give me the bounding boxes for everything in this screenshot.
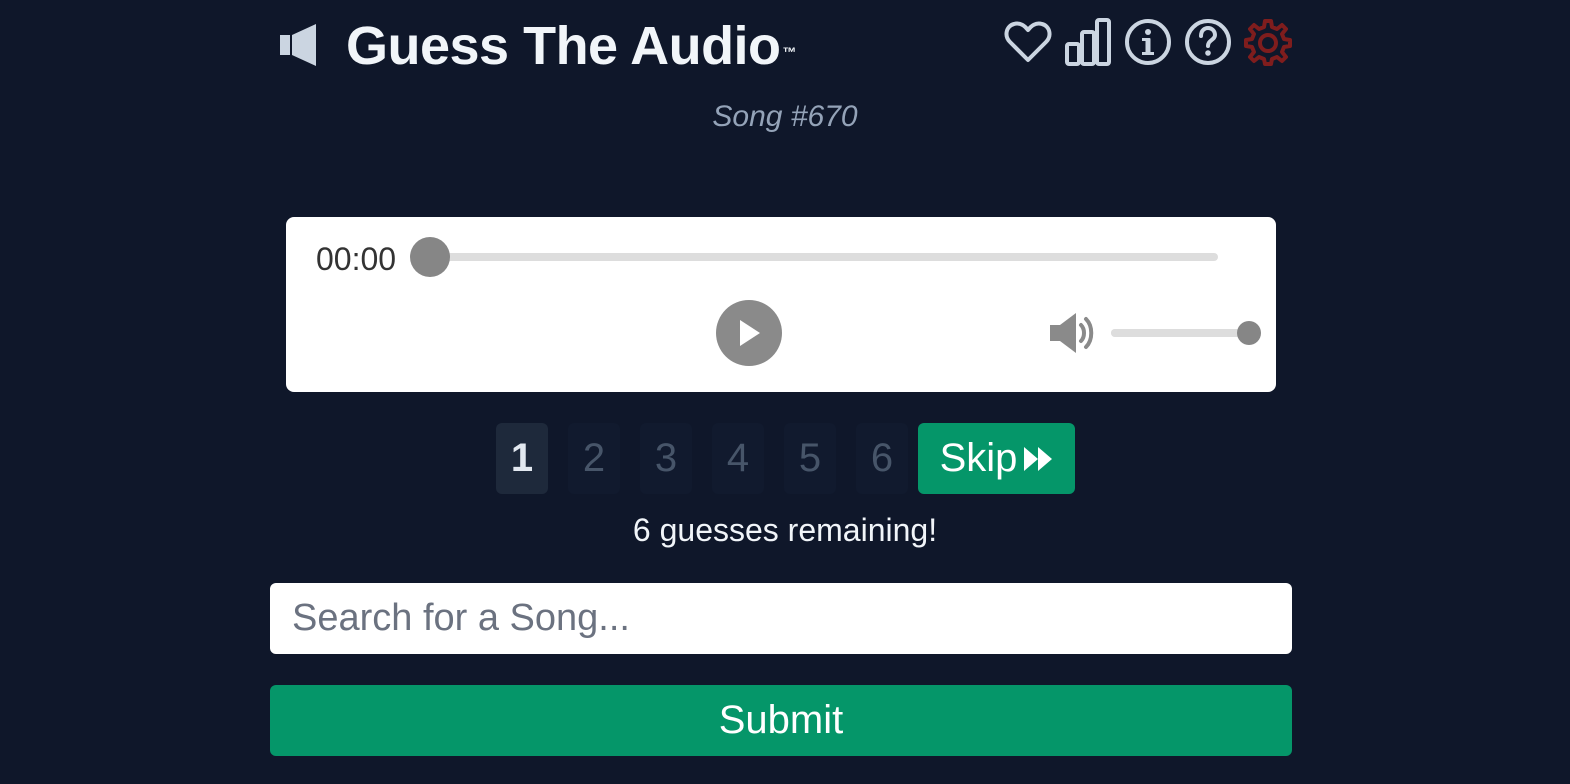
volume-thumb[interactable] [1237,321,1261,345]
header-icon-bar [1004,18,1292,66]
heart-icon[interactable] [1004,18,1052,66]
fast-forward-icon [1024,446,1053,471]
page: Guess The Audio ™ Song #670 00:00 1 2 3 … [0,0,1570,784]
guess-step-4: 4 [712,423,764,494]
current-time: 00:00 [316,241,397,277]
search-input[interactable] [270,583,1292,654]
play-icon [740,320,760,346]
progress-bar[interactable] [432,253,1218,261]
guess-step-3: 3 [640,423,692,494]
guess-steps: 1 2 3 4 5 6 [496,423,908,494]
settings-icon[interactable] [1244,18,1292,66]
stats-icon[interactable] [1064,18,1112,66]
help-icon[interactable] [1184,18,1232,66]
header: Guess The Audio ™ [270,0,1294,96]
progress-thumb[interactable] [410,237,450,277]
volume-slider[interactable] [1111,329,1249,337]
trademark-symbol: ™ [782,44,797,60]
volume-fill [1111,329,1249,337]
skip-button[interactable]: Skip [918,423,1075,494]
song-number: Song #670 [712,100,858,133]
page-title: Guess The Audio ™ [346,16,797,76]
speaker-logo-icon [280,24,316,66]
guess-step-6: 6 [856,423,908,494]
play-button[interactable] [716,300,782,366]
guess-step-5: 5 [784,423,836,494]
guess-step-1: 1 [496,423,548,494]
guess-step-2: 2 [568,423,620,494]
skip-label: Skip [939,436,1018,480]
info-icon[interactable] [1124,18,1172,66]
audio-player: 00:00 [286,217,1276,392]
submit-button[interactable]: Submit [270,685,1292,756]
volume-icon[interactable] [1050,311,1096,355]
guesses-remaining: 6 guesses remaining! [632,512,938,548]
